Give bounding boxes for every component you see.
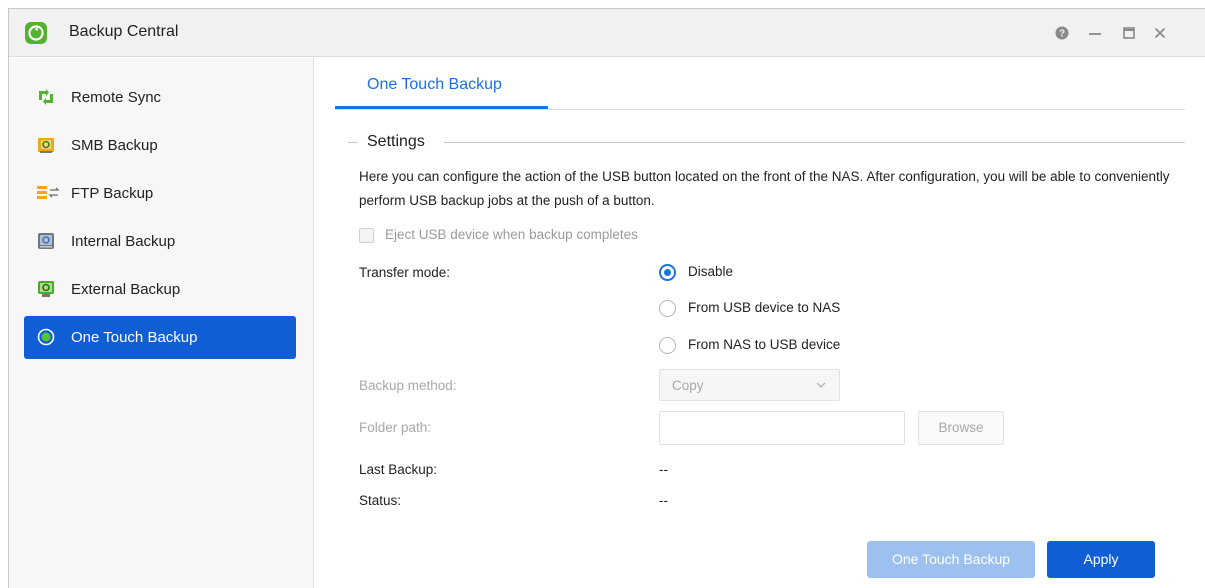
title-bar: Backup Central ? xyxy=(9,9,1205,57)
sidebar-item-remote-sync[interactable]: Remote Sync xyxy=(24,76,296,119)
settings-description: Here you can configure the action of the… xyxy=(359,169,1170,208)
radio-label: Disable xyxy=(688,264,734,279)
sidebar-item-ftp-backup[interactable]: FTP Backup xyxy=(24,172,296,215)
status-label: Status: xyxy=(359,493,402,508)
sidebar-item-label: Remote Sync xyxy=(71,89,162,106)
last-backup-label: Last Backup: xyxy=(359,462,438,477)
radio-button-checked[interactable] xyxy=(659,264,676,281)
apply-button[interactable]: Apply xyxy=(1047,541,1155,578)
sidebar-item-internal-backup[interactable]: Internal Backup xyxy=(24,220,296,263)
ftp-backup-icon xyxy=(37,184,60,202)
sidebar: Remote Sync SMB Backup FTP Backup Intern… xyxy=(9,58,314,588)
status-value: -- xyxy=(659,493,668,508)
radio-label: From NAS to USB device xyxy=(688,337,841,352)
main-content: One Touch Backup Settings Here you can c… xyxy=(315,58,1205,588)
settings-heading: Settings xyxy=(367,133,425,150)
backup-method-value: Copy xyxy=(672,378,704,393)
svg-text:?: ? xyxy=(1059,29,1065,40)
sidebar-item-label: One Touch Backup xyxy=(71,329,198,346)
external-backup-icon xyxy=(37,280,55,298)
backup-central-window: Backup Central ? Remote Sync SMB Backup … xyxy=(8,8,1205,588)
folder-path-input[interactable] xyxy=(659,411,905,445)
sidebar-item-label: Internal Backup xyxy=(71,233,176,250)
minimize-icon[interactable] xyxy=(1084,22,1106,44)
fieldset-rule-left xyxy=(348,142,358,143)
maximize-icon[interactable] xyxy=(1118,22,1140,44)
backup-method-select[interactable]: Copy xyxy=(659,369,840,401)
remote-sync-icon xyxy=(37,88,55,106)
radio-button[interactable] xyxy=(659,337,676,354)
browse-button[interactable]: Browse xyxy=(918,411,1004,445)
tab-label: One Touch Backup xyxy=(367,76,502,93)
fieldset-rule-right xyxy=(444,142,1185,143)
backup-method-label: Backup method: xyxy=(359,378,457,393)
folder-path-label: Folder path: xyxy=(359,420,432,435)
sidebar-item-label: FTP Backup xyxy=(71,185,154,202)
eject-usb-checkbox-label: Eject USB device when backup completes xyxy=(385,227,638,242)
last-backup-value: -- xyxy=(659,462,668,477)
internal-backup-icon xyxy=(37,232,55,250)
backup-central-logo-icon xyxy=(25,22,47,44)
sidebar-item-label: External Backup xyxy=(71,281,181,298)
close-icon[interactable] xyxy=(1149,22,1171,44)
radio-button[interactable] xyxy=(659,300,676,317)
sidebar-item-one-touch-backup[interactable]: One Touch Backup xyxy=(24,316,296,359)
smb-backup-icon xyxy=(37,136,55,154)
help-icon[interactable]: ? xyxy=(1051,22,1073,44)
transfer-mode-label: Transfer mode: xyxy=(359,265,451,280)
eject-usb-checkbox[interactable] xyxy=(359,228,374,243)
tab-one-touch-backup[interactable]: One Touch Backup xyxy=(335,58,548,109)
radio-label: From USB device to NAS xyxy=(688,300,841,315)
sidebar-item-smb-backup[interactable]: SMB Backup xyxy=(24,124,296,167)
window-title: Backup Central xyxy=(69,23,179,40)
tab-divider xyxy=(335,109,1185,110)
one-touch-backup-icon xyxy=(37,328,55,346)
chevron-down-icon xyxy=(815,379,827,391)
one-touch-backup-button[interactable]: One Touch Backup xyxy=(867,541,1035,578)
sidebar-item-external-backup[interactable]: External Backup xyxy=(24,268,296,311)
sidebar-item-label: SMB Backup xyxy=(71,137,158,154)
